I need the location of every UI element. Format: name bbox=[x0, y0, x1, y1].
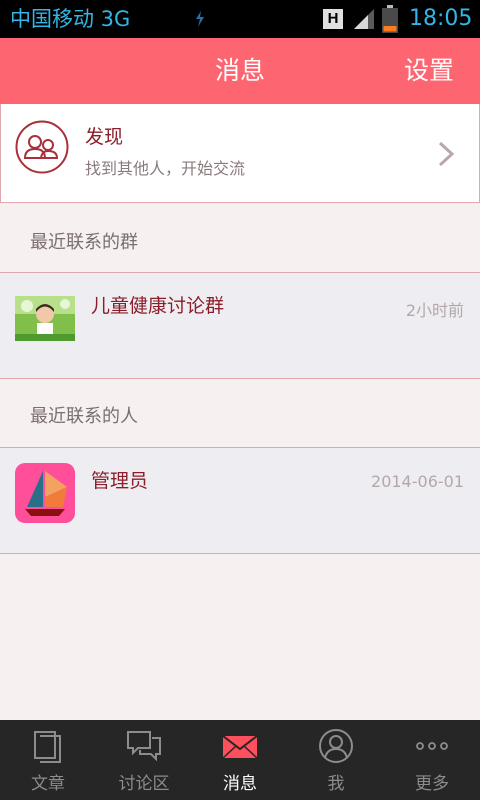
battery-icon bbox=[382, 5, 398, 33]
person-name: 管理员 bbox=[91, 470, 149, 492]
person-icon bbox=[319, 729, 353, 763]
clock: 18:05 bbox=[409, 6, 473, 31]
signal-icon bbox=[354, 9, 374, 29]
people-icon bbox=[15, 120, 69, 174]
chevron-right-icon bbox=[438, 141, 455, 167]
document-icon bbox=[34, 731, 61, 763]
group-avatar bbox=[15, 296, 75, 341]
usb-debug-icon bbox=[196, 11, 204, 27]
app-header: 消息 设置 bbox=[0, 38, 480, 104]
chat-bubbles-icon bbox=[127, 731, 161, 762]
recent-groups-label: 最近联系的群 bbox=[30, 232, 138, 253]
tab-messages[interactable]: 消息 bbox=[192, 720, 288, 800]
tab-more[interactable]: 更多 bbox=[384, 720, 480, 800]
tab-label: 文章 bbox=[31, 774, 65, 794]
settings-button[interactable]: 设置 bbox=[404, 38, 454, 104]
person-row[interactable]: 管理员 2014-06-01 bbox=[0, 447, 480, 554]
tab-label: 讨论区 bbox=[118, 774, 170, 794]
tab-label: 我 bbox=[327, 774, 345, 794]
sailboat-avatar-icon bbox=[15, 463, 75, 523]
status-bar: 中国移动 3G H 18:05 bbox=[0, 0, 480, 38]
more-dots-icon bbox=[416, 742, 448, 750]
tab-me[interactable]: 我 bbox=[288, 720, 384, 800]
group-time: 2小时前 bbox=[405, 301, 464, 320]
carrier-label: 中国移动 3G bbox=[10, 7, 131, 31]
recent-people-label: 最近联系的人 bbox=[30, 406, 138, 427]
bottom-tab-bar: 文章 讨论区 消息 我 更多 bbox=[0, 720, 480, 800]
tab-articles[interactable]: 文章 bbox=[0, 720, 96, 800]
envelope-icon bbox=[222, 735, 258, 759]
tab-discussion[interactable]: 讨论区 bbox=[96, 720, 192, 800]
tab-label: 消息 bbox=[223, 774, 257, 794]
group-row[interactable]: 儿童健康讨论群 2小时前 bbox=[0, 272, 480, 379]
tab-label: 更多 bbox=[415, 774, 449, 794]
person-time: 2014-06-01 bbox=[371, 472, 464, 491]
group-name: 儿童健康讨论群 bbox=[91, 295, 225, 317]
discover-subtitle: 找到其他人，开始交流 bbox=[85, 159, 246, 178]
discover-title: 发现 bbox=[85, 126, 124, 148]
discover-row[interactable]: 发现 找到其他人，开始交流 bbox=[0, 104, 480, 203]
network-type-badge: H bbox=[323, 9, 343, 29]
